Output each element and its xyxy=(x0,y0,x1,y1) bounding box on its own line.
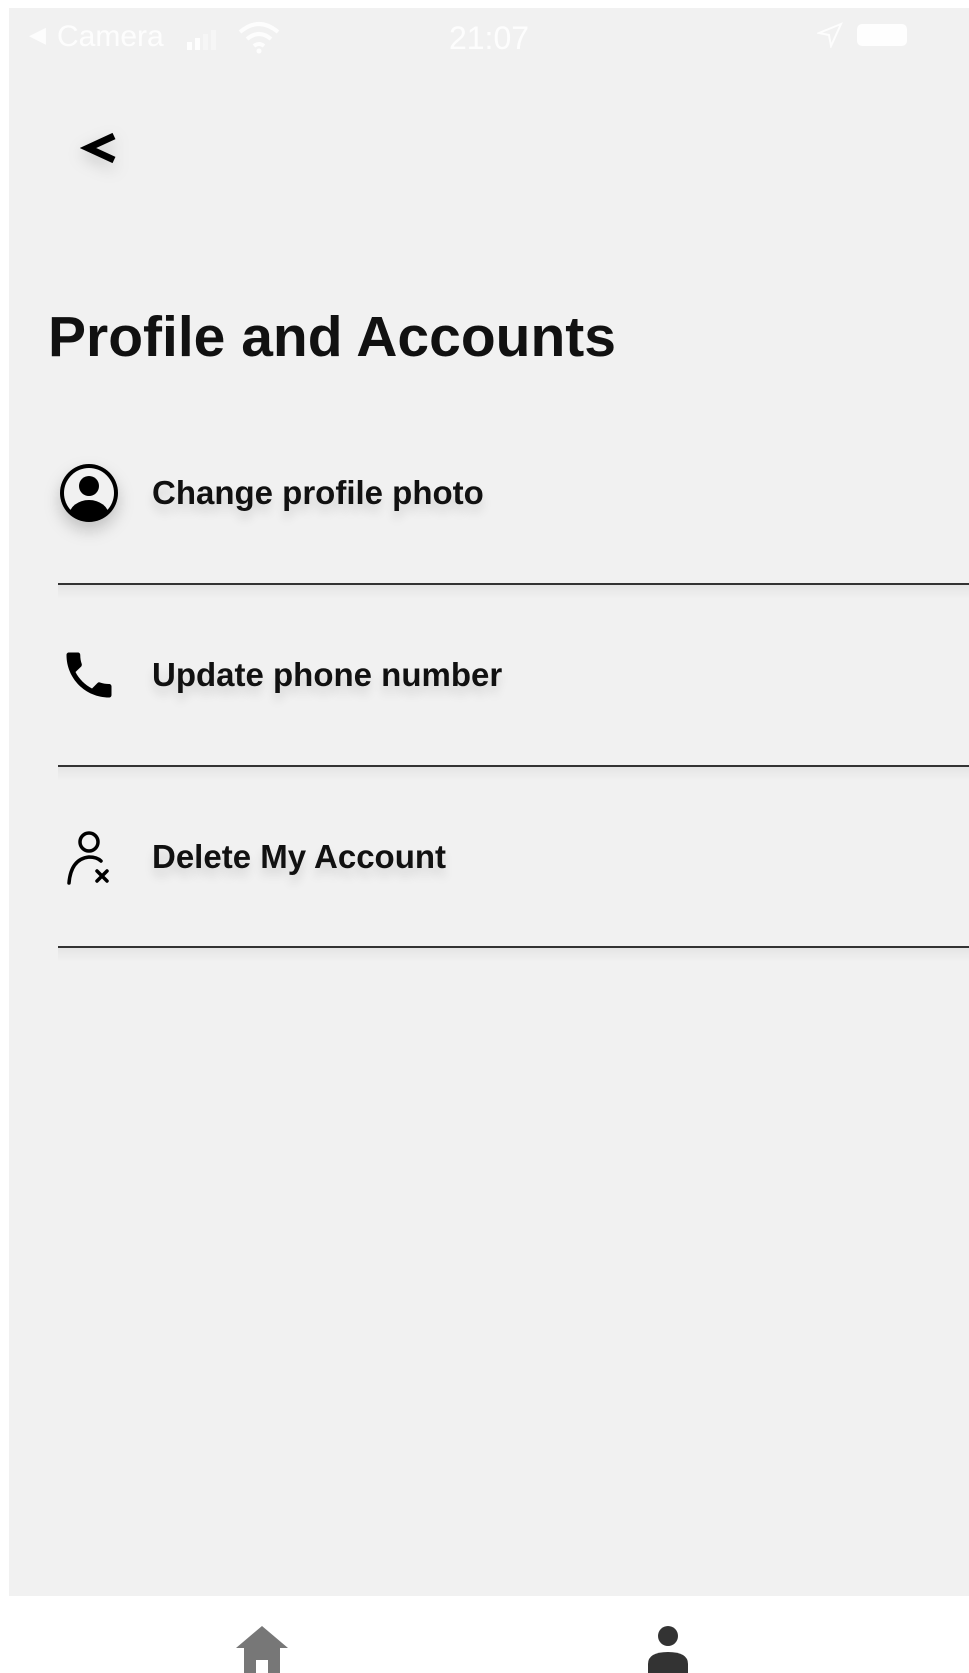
person-remove-icon xyxy=(56,824,122,890)
status-back-app-label[interactable]: Camera xyxy=(57,20,164,54)
divider-shadow xyxy=(58,767,969,781)
status-bar: ◀ Camera 21:07 xyxy=(9,8,969,62)
nav-home-button[interactable] xyxy=(227,1624,297,1673)
battery-icon xyxy=(857,24,949,48)
person-icon xyxy=(648,1626,688,1673)
account-circle-icon xyxy=(56,460,122,526)
page-title: Profile and Accounts xyxy=(48,305,616,369)
menu-item-label: Update phone number xyxy=(152,656,503,693)
divider-shadow xyxy=(58,948,969,962)
wifi-icon xyxy=(238,22,280,54)
change-profile-photo-item[interactable]: Change profile photo xyxy=(56,453,956,533)
signal-icon xyxy=(187,30,216,50)
status-back-arrow-icon[interactable]: ◀ xyxy=(29,22,46,48)
location-arrow-icon xyxy=(817,22,843,48)
back-button[interactable] xyxy=(70,118,130,178)
delete-my-account-item[interactable]: Delete My Account xyxy=(56,817,956,897)
phone-icon xyxy=(56,642,122,708)
app-background xyxy=(9,8,969,1596)
menu-item-label: Delete My Account xyxy=(152,838,447,875)
update-phone-number-item[interactable]: Update phone number xyxy=(56,635,956,715)
menu-item-label: Change profile photo xyxy=(152,474,484,511)
nav-profile-button[interactable] xyxy=(633,1624,703,1673)
home-icon xyxy=(236,1626,288,1673)
bottom-nav xyxy=(0,1596,969,1673)
chevron-left-icon xyxy=(80,132,116,164)
divider-shadow xyxy=(58,585,969,599)
screen: ◀ Camera 21:07 Profile and Accounts Chan… xyxy=(0,0,969,1673)
